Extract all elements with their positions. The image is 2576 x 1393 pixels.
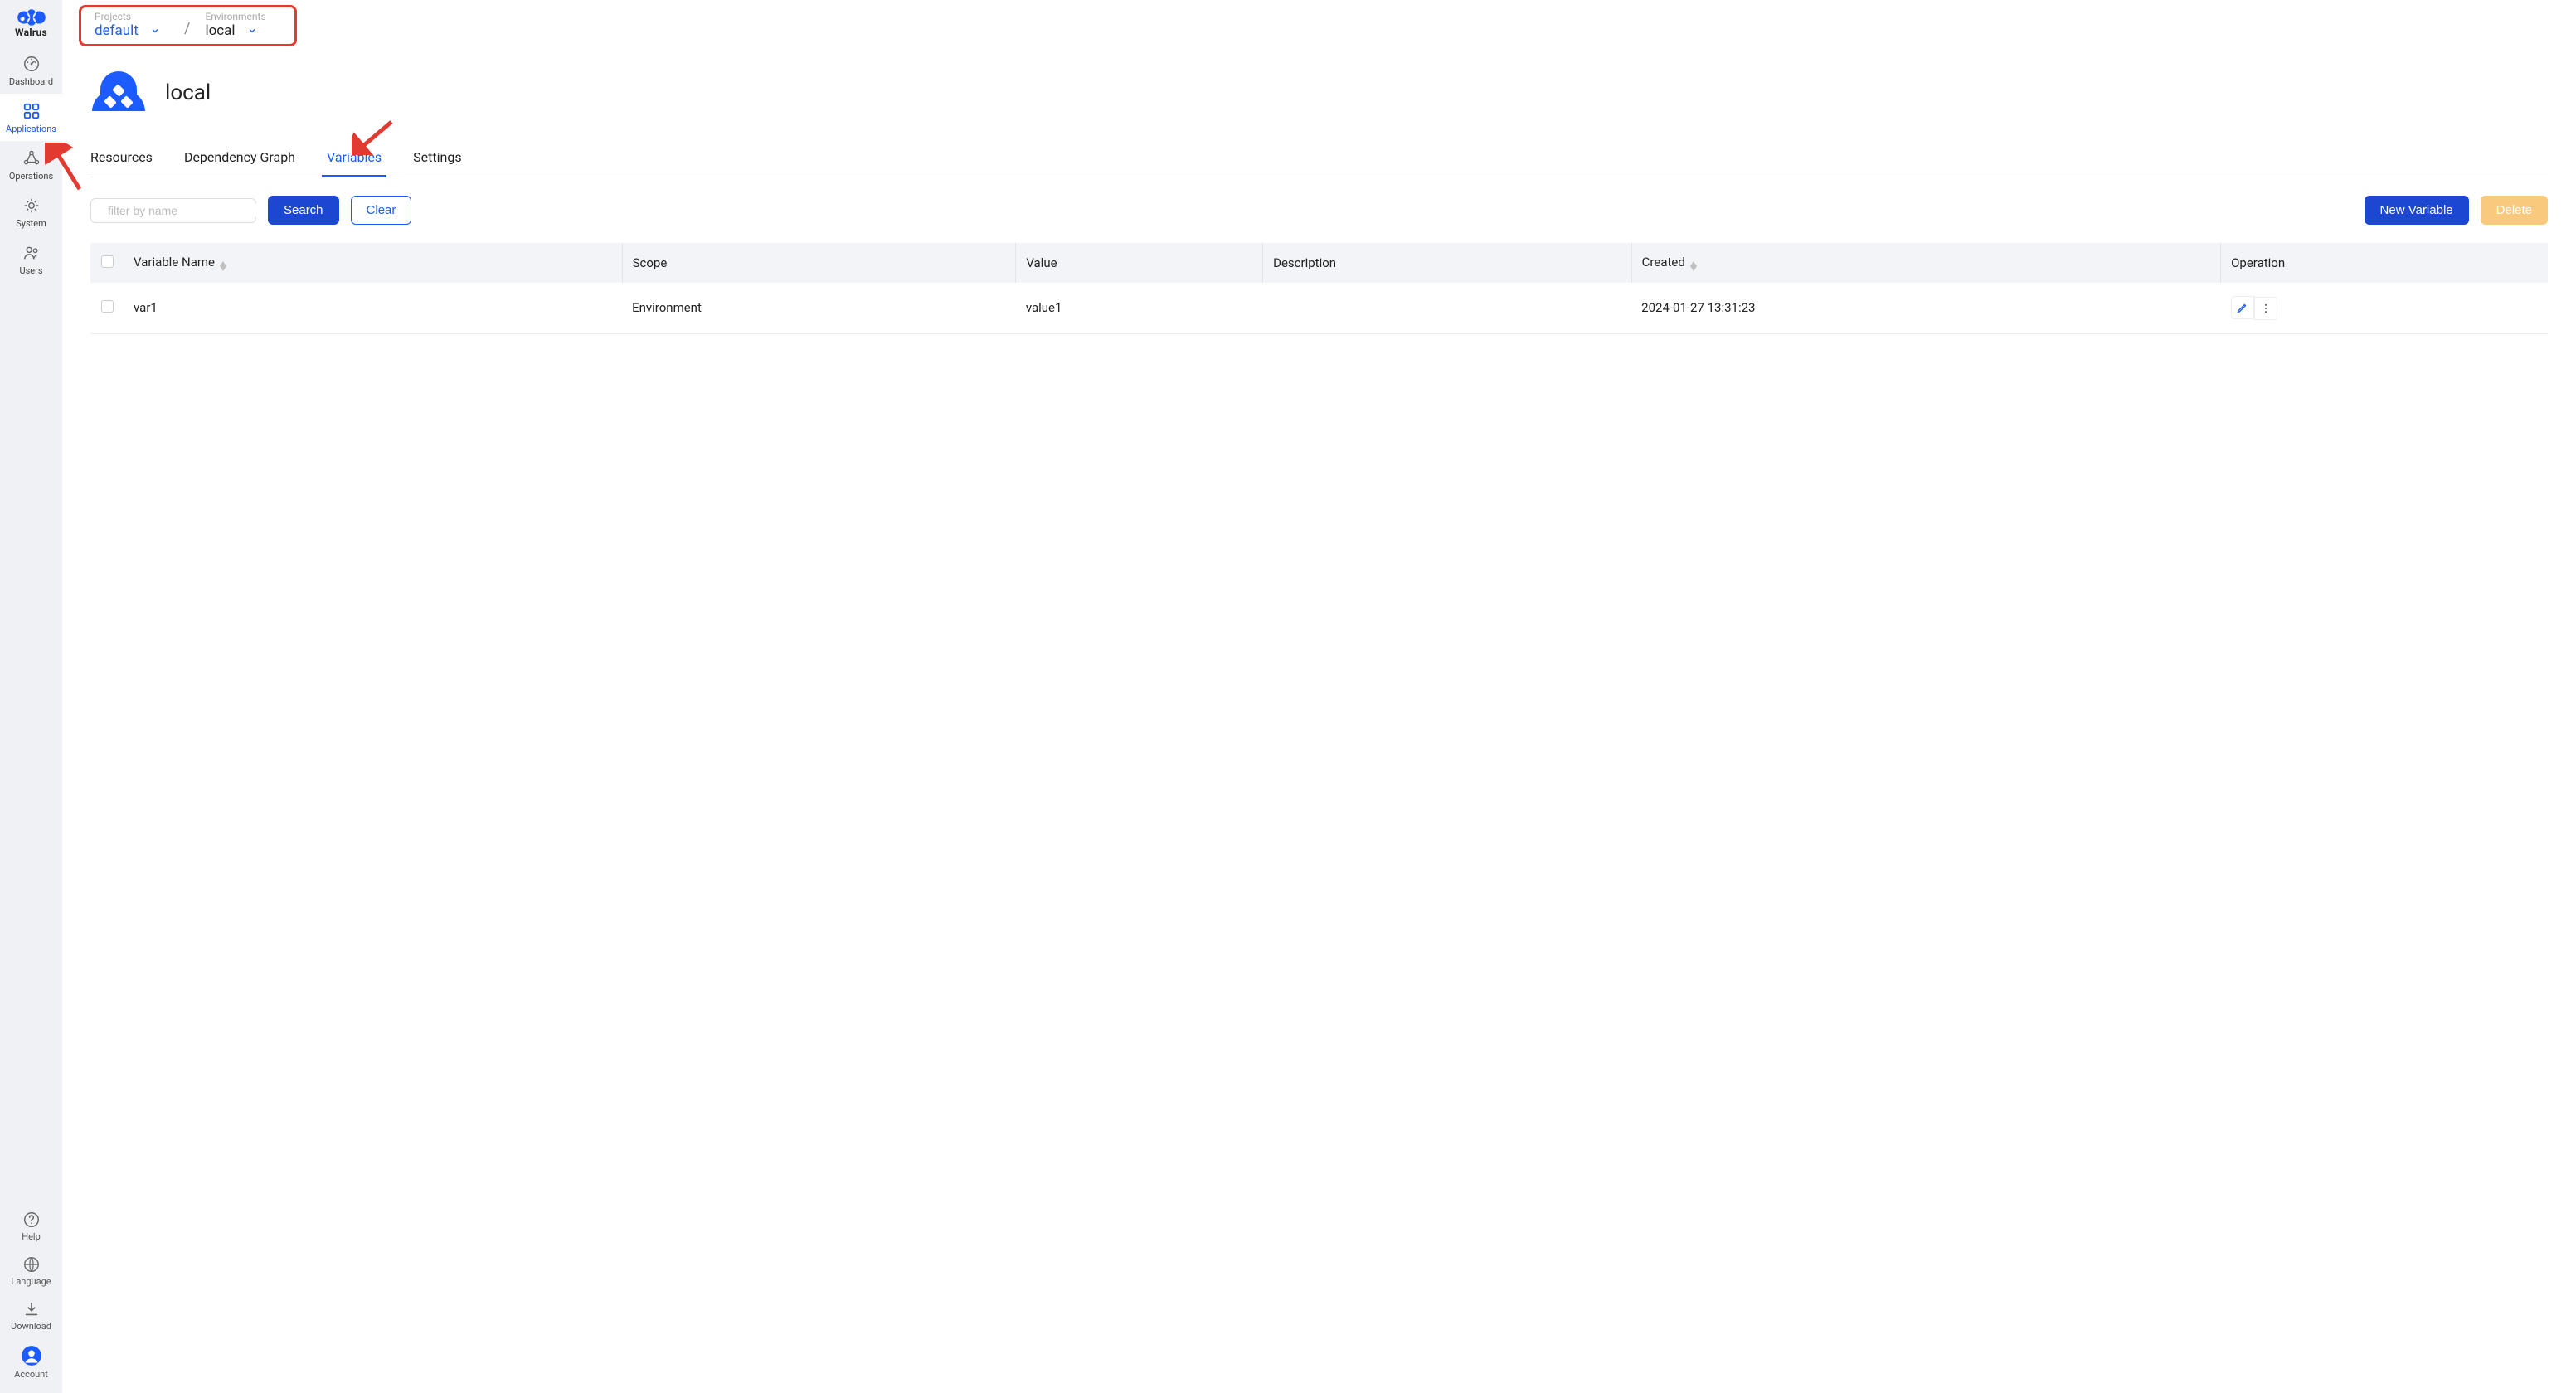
cell-operation [2221, 283, 2548, 333]
row-checkbox[interactable] [101, 300, 114, 313]
sidebar-item-label: Download [11, 1321, 51, 1332]
more-button[interactable] [2254, 297, 2277, 320]
environments-label: Environments [205, 11, 279, 22]
sort-icon [1690, 261, 1697, 271]
tab-settings[interactable]: Settings [413, 149, 461, 177]
page-title: local [165, 80, 211, 105]
sidebar-item-label: Applications [6, 124, 56, 134]
cell-scope: Environment [622, 283, 1016, 333]
new-variable-button[interactable]: New Variable [2365, 196, 2469, 225]
sidebar-item-label: Help [22, 1231, 41, 1242]
project-selector[interactable]: default [95, 22, 169, 39]
table-row: var1 Environment value1 2024-01-27 13:31… [90, 283, 2548, 333]
col-scope: Scope [622, 243, 1016, 283]
filter-input-wrap [90, 198, 256, 223]
col-operation: Operation [2221, 243, 2548, 283]
grid-icon [22, 102, 41, 120]
filter-input[interactable] [108, 204, 258, 217]
sidebar-item-label: Account [14, 1369, 48, 1380]
col-name[interactable]: Variable Name [124, 243, 622, 283]
gauge-icon [22, 55, 41, 73]
sidebar-account[interactable]: Account [0, 1338, 62, 1386]
tab-variables[interactable]: Variables [327, 149, 382, 177]
tab-dependency-graph[interactable]: Dependency Graph [184, 149, 295, 177]
download-icon [22, 1300, 41, 1318]
cell-description [1263, 283, 1632, 333]
sidebar-item-label: Operations [9, 171, 53, 182]
sidebar-language[interactable]: Language [0, 1249, 62, 1294]
delete-button[interactable]: Delete [2481, 196, 2548, 225]
sidebar-item-dashboard[interactable]: Dashboard [0, 46, 62, 94]
logo: Walrus [14, 7, 49, 38]
select-all-checkbox[interactable] [101, 255, 114, 268]
account-icon [21, 1345, 42, 1366]
tabs: Resources Dependency Graph Variables Set… [90, 149, 2548, 177]
walrus-logo-icon [14, 7, 49, 28]
col-value: Value [1016, 243, 1263, 283]
help-icon [22, 1211, 41, 1229]
chevron-down-icon [150, 26, 160, 36]
breadcrumb-separator: / [184, 20, 190, 37]
breadcrumb: Projects default / Environments local [79, 5, 297, 46]
project-value: default [95, 22, 139, 39]
environment-selector[interactable]: local [205, 22, 279, 39]
sidebar-item-label: Language [11, 1276, 51, 1287]
sidebar-item-label: Users [19, 265, 42, 276]
sidebar-item-operations[interactable]: Operations [0, 141, 62, 188]
sidebar-help[interactable]: Help [0, 1204, 62, 1249]
gear-icon [22, 197, 41, 215]
sidebar-item-label: System [16, 218, 46, 229]
environment-value: local [205, 22, 235, 39]
chevron-down-icon [247, 26, 257, 36]
projects-label: Projects [95, 11, 169, 22]
sidebar-download[interactable]: Download [0, 1294, 62, 1338]
cell-created: 2024-01-27 13:31:23 [1631, 283, 2220, 333]
clear-button[interactable]: Clear [351, 196, 412, 225]
sidebar-item-users[interactable]: Users [0, 235, 62, 283]
sort-icon [220, 261, 226, 271]
globe-icon [22, 1255, 41, 1274]
col-created[interactable]: Created [1631, 243, 2220, 283]
sidebar-item-system[interactable]: System [0, 188, 62, 235]
sidebar: Walrus Dashboard Applications Operations… [0, 0, 62, 1393]
sidebar-item-label: Dashboard [9, 76, 53, 87]
search-button[interactable]: Search [268, 196, 339, 225]
variables-table: Variable Name Scope Value Description Cr… [90, 243, 2548, 334]
environment-icon [90, 68, 147, 118]
nodes-icon [22, 149, 41, 167]
cell-name: var1 [124, 283, 622, 333]
edit-button[interactable] [2231, 296, 2254, 319]
brand-name: Walrus [15, 27, 47, 38]
tab-resources[interactable]: Resources [90, 149, 153, 177]
users-icon [22, 244, 41, 262]
col-description: Description [1263, 243, 1632, 283]
cell-value: value1 [1016, 283, 1263, 333]
sidebar-item-applications[interactable]: Applications [0, 94, 62, 141]
